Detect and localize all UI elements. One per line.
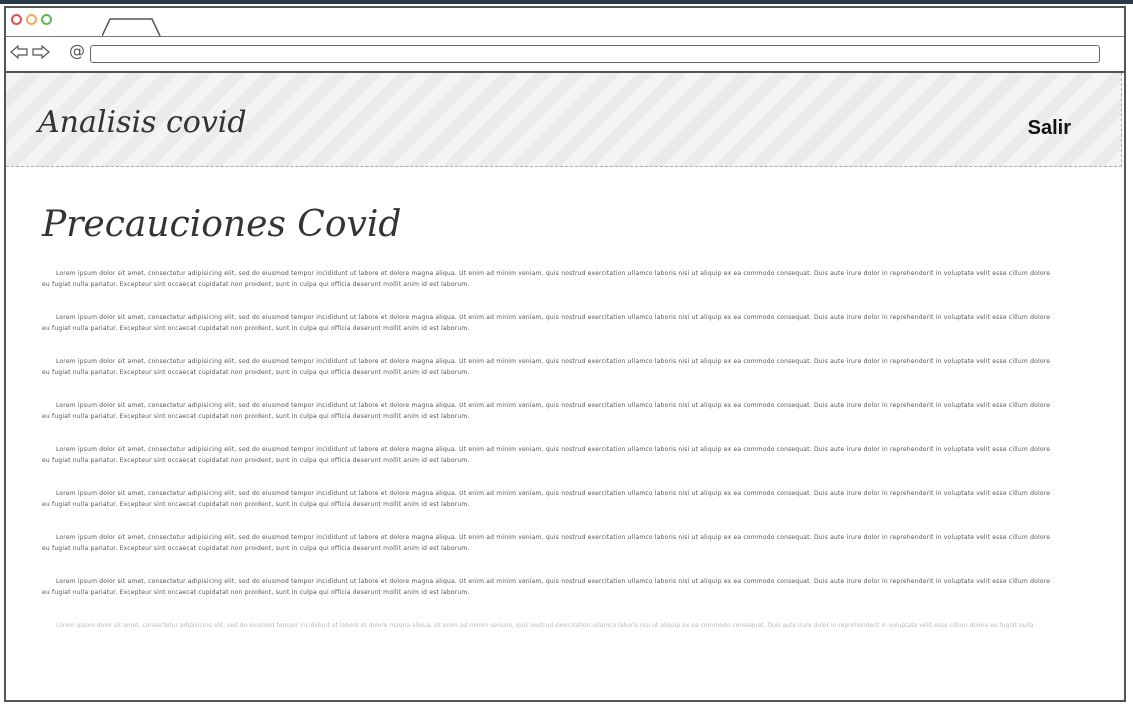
paragraph: Lorem ipsum dolor sit amet, consectetur … [42,490,1051,508]
browser-window: @ Analisis covid Salir Precauciones Covi… [4,6,1126,702]
paragraph: Lorem ipsum dolor sit amet, consectetur … [42,402,1051,420]
back-arrow-icon[interactable] [10,44,28,60]
paragraph: Lorem ipsum dolor sit amet, consectetur … [42,314,1051,332]
logout-link[interactable]: Salir [1028,117,1071,140]
browser-addressbar: @ [6,37,1124,73]
url-field[interactable] [90,45,1100,63]
browser-tab[interactable] [102,18,162,36]
browser-titlebar [6,8,1124,37]
paragraph: Lorem ipsum dolor sit amet, consectetur … [42,578,1051,596]
paragraph: Lorem ipsum dolor sit amet, consectetur … [42,358,1051,376]
top-accent-bar [0,0,1133,4]
app-brand: Analisis covid [38,105,247,140]
paragraph: Lorem ipsum dolor sit amet, consectetur … [42,270,1051,288]
page-title: Precauciones Covid [42,204,402,245]
paragraph-faded: Lorem ipsum dolor sit amet, consectetur … [56,622,1034,628]
close-icon[interactable] [11,14,22,25]
forward-arrow-icon[interactable] [32,44,50,60]
content-body: Lorem ipsum dolor sit amet, consectetur … [42,268,1052,628]
app-header: Analisis covid Salir [6,73,1122,167]
paragraph: Lorem ipsum dolor sit amet, consectetur … [42,534,1051,552]
maximize-icon[interactable] [41,14,52,25]
minimize-icon[interactable] [26,14,37,25]
paragraph: Lorem ipsum dolor sit amet, consectetur … [42,446,1051,464]
at-sign-icon: @ [69,41,85,60]
